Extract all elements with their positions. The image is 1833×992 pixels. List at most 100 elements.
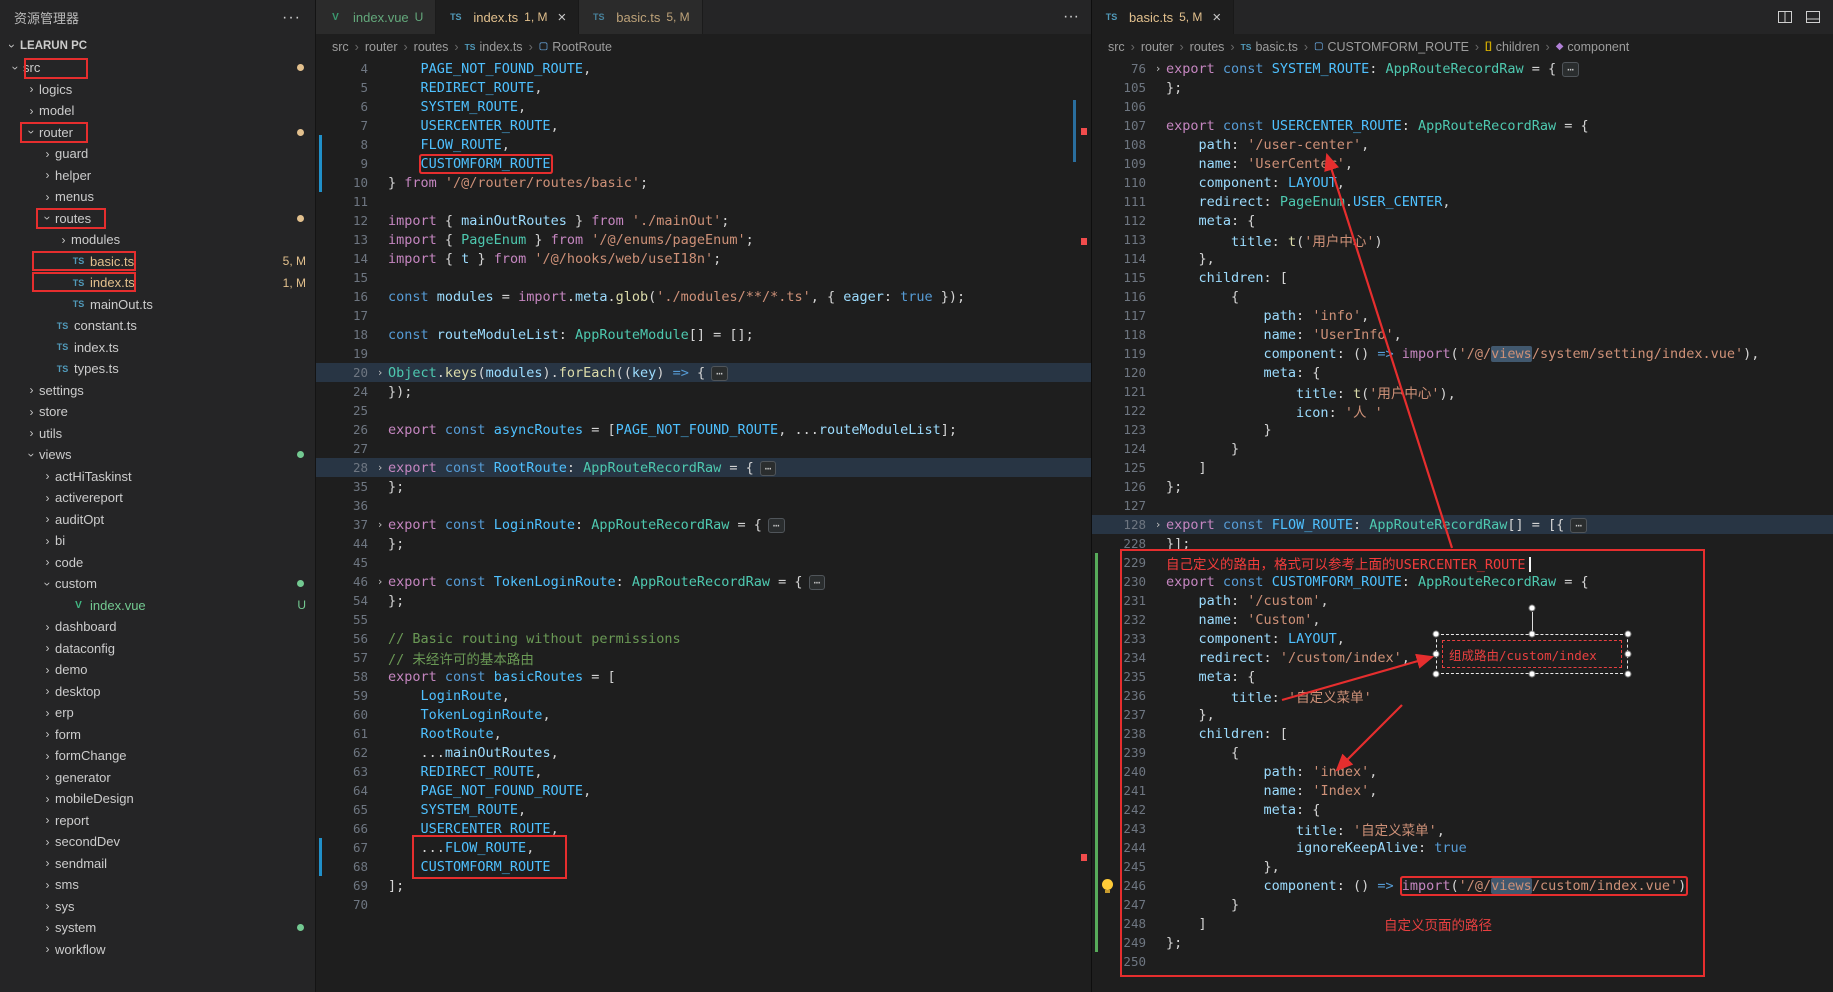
code-line-109[interactable]: 109 name: 'UserCenter', (1092, 154, 1833, 173)
code-line-122[interactable]: 122 icon: '人 ' (1092, 401, 1833, 420)
code-line-245[interactable]: 245 }, (1092, 857, 1833, 876)
code-line-125[interactable]: 125 ] (1092, 458, 1833, 477)
annotation-resize-handle[interactable] (1625, 671, 1632, 678)
breadcrumb-item-index.ts[interactable]: TSindex.ts (465, 40, 523, 54)
code-line-231[interactable]: 231 path: '/custom', (1092, 591, 1833, 610)
line-number[interactable]: 121 (1118, 384, 1150, 399)
code-line-28[interactable]: 28›export const RootRoute: AppRouteRecor… (316, 458, 1091, 477)
line-number[interactable]: 45 (328, 555, 372, 570)
code-line-19[interactable]: 19 (316, 344, 1091, 363)
code-line-25[interactable]: 25 (316, 401, 1091, 420)
line-number[interactable]: 125 (1118, 460, 1150, 475)
line-number[interactable]: 28 (328, 460, 372, 475)
tree-item-bi[interactable]: ›bi (0, 530, 315, 552)
line-number[interactable]: 250 (1118, 954, 1150, 969)
code-line-44[interactable]: 44}; (316, 534, 1091, 553)
code-line-45[interactable]: 45 (316, 553, 1091, 572)
code-line-249[interactable]: 249}; (1092, 933, 1833, 952)
tree-item-sys[interactable]: ›sys (0, 896, 315, 918)
annotation-resize-handle[interactable] (1529, 671, 1536, 678)
tree-item-routes[interactable]: ›routes (0, 208, 315, 230)
line-number[interactable]: 240 (1118, 764, 1150, 779)
code-line-112[interactable]: 112 meta: { (1092, 211, 1833, 230)
customize-layout-icon[interactable] (1805, 9, 1821, 25)
line-number[interactable]: 114 (1118, 251, 1150, 266)
code-line-63[interactable]: 63 REDIRECT_ROUTE, (316, 762, 1091, 781)
line-number[interactable]: 117 (1118, 308, 1150, 323)
code-line-68[interactable]: 68 CUSTOMFORM_ROUTE (316, 857, 1091, 876)
tree-item-types.ts[interactable]: TStypes.ts (0, 358, 315, 380)
code-line-8[interactable]: 8 FLOW_ROUTE, (316, 135, 1091, 154)
line-number[interactable]: 76 (1118, 61, 1150, 76)
line-number[interactable]: 62 (328, 745, 372, 760)
folded-code-icon[interactable]: ⋯ (1562, 62, 1579, 77)
tree-item-demo[interactable]: ›demo (0, 659, 315, 681)
code-line-54[interactable]: 54}; (316, 591, 1091, 610)
line-number[interactable]: 55 (328, 612, 372, 627)
line-number[interactable]: 232 (1118, 612, 1150, 627)
annotation-resize-handle[interactable] (1529, 631, 1536, 638)
tree-item-activereport[interactable]: ›activereport (0, 487, 315, 509)
tree-item-settings[interactable]: ›settings (0, 380, 315, 402)
line-number[interactable]: 233 (1118, 631, 1150, 646)
line-number[interactable]: 46 (328, 574, 372, 589)
code-line-36[interactable]: 36 (316, 496, 1091, 515)
tree-item-workflow[interactable]: ›workflow (0, 939, 315, 961)
code-line-9[interactable]: 9 CUSTOMFORM_ROUTE (316, 154, 1091, 173)
line-number[interactable]: 8 (328, 137, 372, 152)
line-number[interactable]: 106 (1118, 99, 1150, 114)
tree-item-report[interactable]: ›report (0, 810, 315, 832)
code-line-118[interactable]: 118 name: 'UserInfo', (1092, 325, 1833, 344)
code-line-61[interactable]: 61 RootRoute, (316, 724, 1091, 743)
breadcrumb-item-RootRoute[interactable]: ▢RootRoute (539, 40, 612, 54)
code-line-243[interactable]: 243 title: '自定义菜单', (1092, 819, 1833, 838)
code-line-6[interactable]: 6 SYSTEM_ROUTE, (316, 97, 1091, 116)
line-number[interactable]: 67 (328, 840, 372, 855)
code-line-120[interactable]: 120 meta: { (1092, 363, 1833, 382)
line-number[interactable]: 14 (328, 251, 372, 266)
tree-item-utils[interactable]: ›utils (0, 423, 315, 445)
tab-index.ts[interactable]: TSindex.ts1, M× (436, 0, 579, 34)
breadcrumb-item-router[interactable]: router (365, 40, 398, 54)
code-line-27[interactable]: 27 (316, 439, 1091, 458)
tree-item-mainOut.ts[interactable]: TSmainOut.ts (0, 294, 315, 316)
code-line-66[interactable]: 66 USERCENTER_ROUTE, (316, 819, 1091, 838)
annotation-resize-handle[interactable] (1625, 651, 1632, 658)
line-number[interactable]: 61 (328, 726, 372, 741)
code-line-62[interactable]: 62 ...mainOutRoutes, (316, 743, 1091, 762)
line-number[interactable]: 242 (1118, 802, 1150, 817)
line-number[interactable]: 17 (328, 308, 372, 323)
line-number[interactable]: 113 (1118, 232, 1150, 247)
code-line-128[interactable]: 128›export const FLOW_ROUTE: AppRouteRec… (1092, 515, 1833, 534)
line-number[interactable]: 122 (1118, 403, 1150, 418)
code-line-11[interactable]: 11 (316, 192, 1091, 211)
line-number[interactable]: 241 (1118, 783, 1150, 798)
line-number[interactable]: 116 (1118, 289, 1150, 304)
tree-item-form[interactable]: ›form (0, 724, 315, 746)
tree-item-code[interactable]: ›code (0, 552, 315, 574)
code-line-106[interactable]: 106 (1092, 97, 1833, 116)
tree-item-store[interactable]: ›store (0, 401, 315, 423)
code-line-116[interactable]: 116 { (1092, 287, 1833, 306)
code-line-247[interactable]: 247 } (1092, 895, 1833, 914)
fold-chevron-icon[interactable]: › (372, 575, 388, 588)
tree-item-mobileDesign[interactable]: ›mobileDesign (0, 788, 315, 810)
line-number[interactable]: 19 (328, 346, 372, 361)
line-number[interactable]: 6 (328, 99, 372, 114)
code-editor-index-ts[interactable]: 4 PAGE_NOT_FOUND_ROUTE,5 REDIRECT_ROUTE,… (316, 59, 1091, 992)
line-number[interactable]: 4 (328, 61, 372, 76)
line-number[interactable]: 60 (328, 707, 372, 722)
line-number[interactable]: 59 (328, 688, 372, 703)
tree-item-src[interactable]: ›src (0, 57, 315, 79)
code-line-55[interactable]: 55 (316, 610, 1091, 629)
line-number[interactable]: 9 (328, 156, 372, 171)
line-number[interactable]: 107 (1118, 118, 1150, 133)
line-number[interactable]: 119 (1118, 346, 1150, 361)
fold-chevron-icon[interactable]: › (372, 366, 388, 379)
breadcrumb-item-routes[interactable]: routes (414, 40, 449, 54)
code-line-124[interactable]: 124 } (1092, 439, 1833, 458)
folded-code-icon[interactable]: ⋯ (809, 575, 826, 590)
tree-item-dashboard[interactable]: ›dashboard (0, 616, 315, 638)
code-line-108[interactable]: 108 path: '/user-center', (1092, 135, 1833, 154)
code-line-244[interactable]: 244 ignoreKeepAlive: true (1092, 838, 1833, 857)
